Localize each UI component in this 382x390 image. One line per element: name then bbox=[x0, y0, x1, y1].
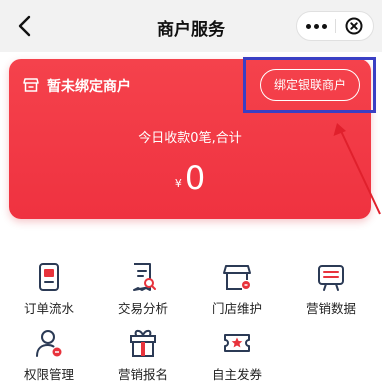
grid-item-order-flow[interactable]: 订单流水 bbox=[9, 262, 89, 317]
capsule-divider bbox=[335, 19, 336, 33]
grid-item-permission-management[interactable]: 权限管理 bbox=[9, 328, 89, 383]
currency-symbol: ¥ bbox=[174, 177, 182, 190]
receipt-search-icon bbox=[133, 263, 156, 291]
merchant-card: 暂未绑定商户 绑定银联商户 今日收款0笔,合计 ¥0 bbox=[9, 59, 371, 219]
more-dots-icon[interactable] bbox=[297, 12, 335, 40]
grid-label: 营销报名 bbox=[117, 367, 168, 382]
store-icon bbox=[23, 78, 39, 92]
mini-program-capsule bbox=[296, 11, 374, 41]
grid-label: 门店维护 bbox=[211, 301, 262, 316]
grid-label: 权限管理 bbox=[23, 367, 74, 382]
grid-item-trade-analysis[interactable]: 交易分析 bbox=[103, 262, 183, 317]
merchant-status: 暂未绑定商户 bbox=[47, 79, 131, 95]
gift-signup-icon bbox=[130, 329, 156, 357]
grid-label: 订单流水 bbox=[23, 301, 74, 316]
user-permission-icon bbox=[36, 330, 62, 357]
close-circle-icon[interactable] bbox=[345, 17, 363, 35]
phone-receipt-icon bbox=[39, 263, 59, 291]
grid-item-store-maintenance[interactable]: 门店维护 bbox=[197, 262, 277, 317]
grid-label: 自主发券 bbox=[211, 367, 262, 382]
today-summary: 今日收款0笔,合计 bbox=[138, 131, 242, 146]
marketing-data-icon bbox=[318, 265, 344, 291]
navigation-bar: 商户服务 bbox=[0, 0, 382, 52]
amount-value: 0 bbox=[184, 159, 206, 197]
today-amount: ¥0 bbox=[9, 159, 371, 197]
bind-merchant-button[interactable]: 绑定银联商户 bbox=[260, 69, 360, 101]
coupon-star-icon bbox=[224, 334, 250, 352]
grid-item-self-issue-coupon[interactable]: 自主发券 bbox=[197, 328, 277, 383]
store-wrench-icon bbox=[223, 265, 251, 290]
grid-label: 营销数据 bbox=[305, 301, 356, 316]
grid-item-marketing-data[interactable]: 营销数据 bbox=[291, 262, 371, 317]
grid-label: 交易分析 bbox=[117, 301, 168, 316]
grid-item-marketing-signup[interactable]: 营销报名 bbox=[103, 328, 183, 383]
